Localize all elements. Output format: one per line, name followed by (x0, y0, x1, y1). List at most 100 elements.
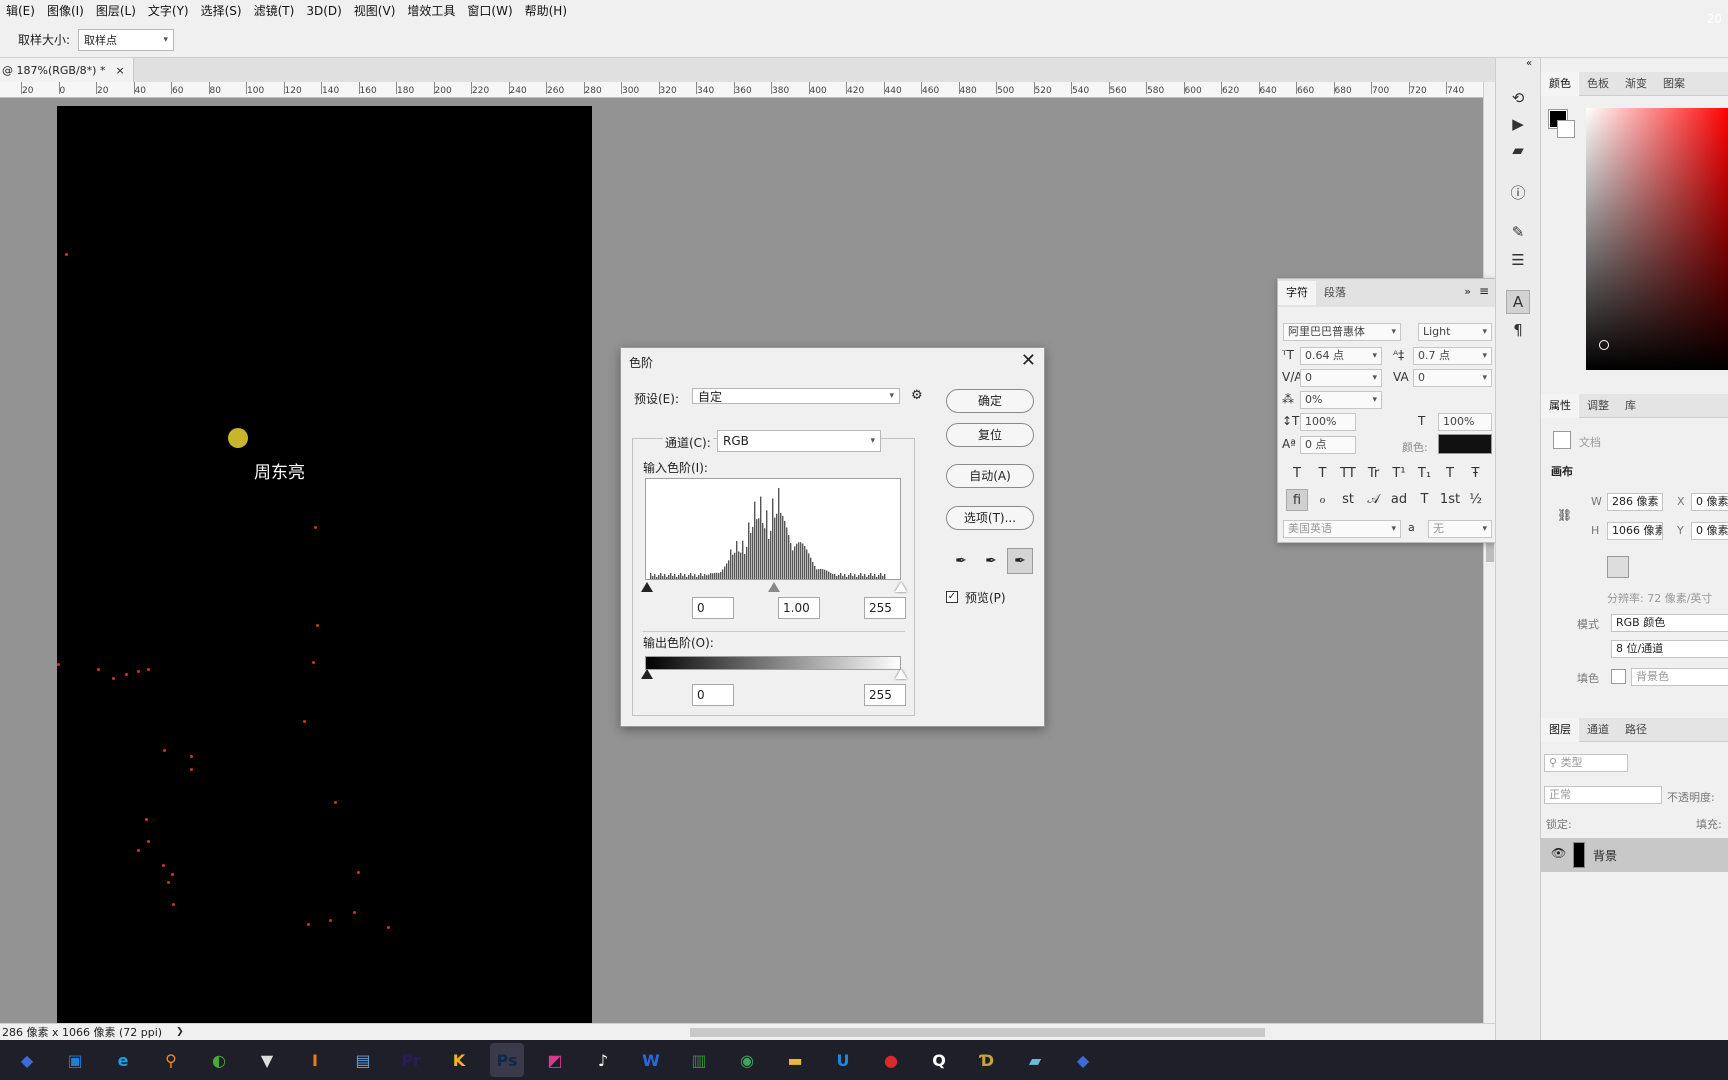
layer-row[interactable]: 👁 背景 (1541, 838, 1728, 872)
tab-layers_tabs-1[interactable]: 通道 (1579, 718, 1617, 742)
input-white-field[interactable]: 255 (864, 597, 906, 619)
gray-eyedropper-icon[interactable]: ✒ (978, 548, 1004, 574)
vertical-scrollbar[interactable] (1483, 82, 1495, 1023)
menu-item[interactable]: 文字(Y) (142, 0, 195, 22)
opentype-buttons-item[interactable]: ad (1388, 489, 1410, 511)
height-field[interactable]: 1066 像素 (1607, 522, 1663, 540)
options-button[interactable]: 选项(T)... (946, 506, 1034, 530)
tab-color_tabs-2[interactable]: 渐变 (1617, 72, 1655, 96)
font-family-select[interactable]: 阿里巴巴普惠体 ▾ (1283, 323, 1401, 341)
blend-mode-select[interactable]: 正常 (1544, 786, 1662, 804)
reset-button[interactable]: 复位 (946, 423, 1034, 447)
wolf-app-icon[interactable]: ▼ (250, 1043, 284, 1077)
output-black-field[interactable]: 0 (692, 684, 734, 706)
output-black-slider[interactable] (641, 669, 653, 679)
menu-item[interactable]: 3D(D) (300, 0, 347, 22)
x-field[interactable]: 0 像素 (1691, 493, 1728, 511)
notes-app-icon[interactable]: ▰ (1018, 1043, 1052, 1077)
auto-button[interactable]: 自动(A) (946, 464, 1034, 488)
sample-size-select[interactable]: 取样点 ▾ (78, 28, 175, 51)
eye-icon[interactable]: 👁 (1551, 846, 1566, 860)
close-icon[interactable]: ✕ (1021, 350, 1036, 371)
opentype-buttons-item[interactable]: 𝒜 (1363, 489, 1385, 511)
language-select[interactable]: 美国英语 ▾ (1283, 520, 1401, 538)
mm-app-icon[interactable]: ▥ (682, 1043, 716, 1077)
menu-item[interactable]: 增效工具 (401, 0, 461, 22)
brush-settings-icon[interactable]: ☰ (1506, 248, 1530, 272)
tab-paragraph[interactable]: 段落 (1316, 281, 1354, 305)
tab-props_tabs-1[interactable]: 调整 (1579, 394, 1617, 418)
input-black-slider[interactable] (641, 582, 653, 592)
channel-select[interactable]: RGB ▾ (717, 430, 881, 452)
color-picker-cursor[interactable] (1599, 340, 1609, 350)
comment-icon[interactable]: ▰ (1506, 138, 1530, 162)
pink-app-icon[interactable]: ◩ (538, 1043, 572, 1077)
tab-layers_tabs-2[interactable]: 路径 (1617, 718, 1655, 742)
gear-icon[interactable]: ⚙ (911, 388, 923, 403)
white-eyedropper-icon[interactable]: ✒ (1007, 548, 1033, 574)
tab-props_tabs-0[interactable]: 属性 (1541, 393, 1579, 418)
game-app-icon[interactable]: Ɗ (970, 1043, 1004, 1077)
close-icon[interactable]: × (115, 64, 124, 77)
opentype-buttons-item[interactable]: ½ (1465, 489, 1487, 511)
output-white-slider[interactable] (895, 669, 907, 679)
globe-app-icon[interactable]: ◉ (730, 1043, 764, 1077)
tab-color_tabs-0[interactable]: 颜色 (1541, 71, 1579, 96)
search-app-icon[interactable]: ⚲ (154, 1043, 188, 1077)
color-picker-field[interactable] (1586, 108, 1728, 370)
input-gamma-field[interactable]: 1.00 (778, 597, 820, 619)
nav-app-2-icon[interactable]: ◆ (1066, 1043, 1100, 1077)
style-buttons-item[interactable]: TT (1337, 463, 1359, 485)
portrait-icon[interactable] (1607, 556, 1629, 578)
preview-checkbox[interactable]: ✓ (946, 591, 958, 603)
style-buttons-item[interactable]: T (1312, 463, 1334, 485)
menu-item[interactable]: 窗口(W) (461, 0, 518, 22)
notes-icon[interactable]: ▤ (346, 1043, 380, 1077)
background-color-swatch[interactable] (1557, 120, 1575, 138)
preset-select[interactable]: 自定 ▾ (692, 388, 900, 404)
output-white-field[interactable]: 255 (864, 684, 906, 706)
kerning-field[interactable]: 0 ▾ (1300, 369, 1382, 387)
anti-alias-select[interactable]: 无 ▾ (1428, 520, 1492, 538)
menu-item[interactable]: 帮助(H) (519, 0, 573, 22)
style-buttons-item[interactable]: T (1286, 463, 1308, 485)
landscape-icon[interactable] (1633, 556, 1655, 578)
store-icon[interactable]: ▣ (58, 1043, 92, 1077)
mode-select[interactable]: RGB 颜色 (1611, 614, 1728, 632)
baseline-shift-field[interactable]: 0 点 (1300, 436, 1356, 454)
play-icon[interactable]: ▶ (1506, 112, 1530, 136)
style-buttons-item[interactable]: T¹ (1388, 463, 1410, 485)
menu-item[interactable]: 滤镜(T) (248, 0, 301, 22)
history-icon[interactable]: ⟲ (1506, 86, 1530, 110)
tab-character[interactable]: 字符 (1278, 281, 1316, 305)
opentype-buttons-item[interactable]: 1st (1439, 489, 1461, 511)
tsume-field[interactable]: 0% ▾ (1300, 391, 1382, 409)
document-tab[interactable]: @ 187%(RGB/8*) * × (0, 58, 134, 82)
nav-app-icon[interactable]: ◆ (10, 1043, 44, 1077)
opentype-buttons-item[interactable]: fi (1286, 489, 1308, 511)
collapse-icon[interactable]: » (1464, 285, 1471, 298)
tracking-field[interactable]: 0 ▾ (1413, 369, 1492, 387)
font-style-select[interactable]: Light ▾ (1418, 323, 1492, 341)
width-field[interactable]: 286 像素 (1607, 493, 1663, 511)
tab-layers_tabs-0[interactable]: 图层 (1541, 717, 1579, 742)
style-buttons-item[interactable]: Ŧ (1465, 463, 1487, 485)
k-app-icon[interactable]: K (442, 1043, 476, 1077)
tiktok-icon[interactable]: ♪ (586, 1043, 620, 1077)
style-buttons-item[interactable]: T₁ (1414, 463, 1436, 485)
tab-color_tabs-3[interactable]: 图案 (1655, 72, 1693, 96)
horizontal-scale-field[interactable]: 100% (1438, 413, 1492, 431)
menu-icon[interactable]: ≡ (1479, 284, 1489, 298)
bit-depth-select[interactable]: 8 位/通道 (1611, 640, 1728, 658)
fill-select[interactable]: 背景色 (1631, 668, 1728, 686)
green-app-icon[interactable]: ◐ (202, 1043, 236, 1077)
paragraph-icon[interactable]: ¶ (1506, 318, 1530, 342)
canvas-section-title[interactable]: 画布 (1551, 463, 1573, 479)
menu-item[interactable]: 选择(S) (195, 0, 248, 22)
black-eyedropper-icon[interactable]: ✒ (948, 548, 974, 574)
photoshop-icon[interactable]: Ps (490, 1043, 524, 1077)
font-size-field[interactable]: 0.64 点 ▾ (1300, 347, 1382, 365)
menu-item[interactable]: 图层(L) (90, 0, 142, 22)
horizontal-scrollbar[interactable] (690, 1028, 1265, 1037)
qq-icon[interactable]: Q (922, 1043, 956, 1077)
